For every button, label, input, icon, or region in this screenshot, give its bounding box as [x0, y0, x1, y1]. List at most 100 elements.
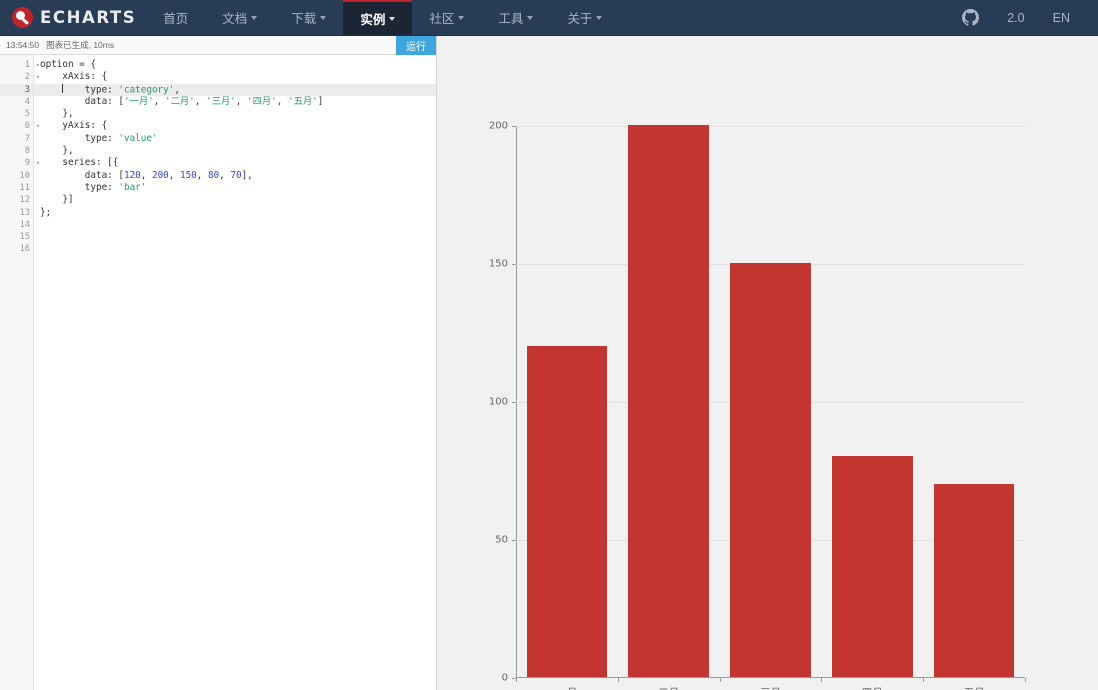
chevron-down-icon — [596, 15, 603, 20]
gutter-line: 2 ▾ — [24, 72, 40, 83]
gutter-line: 16 — [19, 244, 30, 255]
nav-right-group: 2.0 EN — [948, 0, 1098, 35]
code-line[interactable]: }, — [40, 145, 436, 157]
language-label: EN — [1052, 10, 1070, 25]
run-button[interactable]: 运行 — [396, 36, 436, 55]
nav-item-tools[interactable]: 工具 — [481, 0, 550, 35]
gutter-line: 10 — [19, 170, 30, 181]
text-cursor — [62, 83, 64, 94]
code-line[interactable]: }] — [40, 194, 436, 206]
x-tick-mark — [1025, 678, 1026, 682]
code-line[interactable]: }, — [40, 108, 436, 120]
x-axis-tick-label: 二月 — [658, 685, 679, 690]
gutter-line: 6 ▾ — [24, 121, 40, 132]
gutter-line: 4 — [24, 96, 30, 107]
gutter-line: 3 — [0, 83, 33, 96]
status-timestamp: 13:54:50 — [6, 40, 40, 50]
code-line[interactable]: type: 'category', — [34, 83, 436, 96]
y-tick-mark — [512, 540, 516, 541]
x-axis-tick-label: 五月 — [964, 685, 985, 690]
nav-item-home[interactable]: 首页 — [146, 0, 205, 35]
version-label: 2.0 — [1007, 10, 1025, 25]
chevron-down-icon — [251, 15, 258, 20]
nav-item-label: 下载 — [291, 12, 317, 26]
bar-一月[interactable] — [526, 345, 608, 677]
main-content: 13:54:50 图表已生成, 10ms 运行 1 ▾ 2 ▾ 3 4 5 6 ▾ 7 8 9 ▾ 10 11… — [0, 36, 1098, 690]
code-line[interactable]: type: 'value' — [40, 133, 436, 145]
echarts-canvas[interactable]: 0 50 100 150 200 一月 二月 三月 四月 五月 — [437, 36, 1098, 690]
nav-item-docs[interactable]: 文档 — [205, 0, 274, 35]
chart-pane: 0 50 100 150 200 一月 二月 三月 四月 五月 — [437, 36, 1098, 690]
editor-gutter: 1 ▾ 2 ▾ 3 4 5 6 ▾ 7 8 9 ▾ 10 11 12 13 14 15 16 — [0, 55, 40, 690]
nav-item-examples[interactable]: 实例 — [343, 0, 413, 35]
x-tick-mark — [821, 678, 823, 682]
y-tick-mark — [512, 402, 516, 403]
x-tick-mark — [719, 678, 721, 682]
gutter-line: 7 — [24, 133, 30, 144]
code-line[interactable]: series: [{ — [40, 157, 436, 169]
chevron-down-icon — [320, 15, 327, 20]
github-link[interactable] — [948, 9, 993, 26]
version-link[interactable]: 2.0 — [993, 11, 1038, 25]
code-line[interactable]: option = { — [40, 59, 436, 71]
editor-toolbar: 13:54:50 图表已生成, 10ms 运行 — [0, 36, 436, 55]
gutter-line: 12 — [19, 195, 30, 206]
gutter-line: 11 — [19, 182, 30, 193]
code-line[interactable]: data: ['一月', '二月', '三月', '四月', '五月'] — [40, 96, 436, 108]
code-line[interactable]: xAxis: { — [40, 71, 436, 83]
x-tick-mark — [923, 678, 925, 682]
code-line[interactable] — [40, 219, 436, 231]
code-line[interactable] — [40, 231, 436, 243]
bar-三月[interactable] — [730, 263, 811, 677]
editor-pane: 13:54:50 图表已生成, 10ms 运行 1 ▾ 2 ▾ 3 4 5 6 ▾ 7 8 9 ▾ 10 11… — [0, 36, 437, 690]
github-icon — [962, 9, 980, 26]
echarts-logo-icon — [12, 7, 33, 28]
y-axis-tick-label: 100 — [488, 396, 508, 408]
nav-item-community[interactable]: 社区 — [412, 0, 481, 35]
code-line[interactable] — [40, 243, 436, 255]
bar-二月[interactable] — [628, 125, 709, 677]
x-axis-tick-label: 四月 — [862, 685, 883, 690]
y-tick-mark — [512, 126, 516, 127]
nav-item-label: 首页 — [163, 12, 189, 26]
gutter-line: 15 — [19, 232, 30, 243]
code-line[interactable]: yAxis: { — [40, 120, 436, 132]
nav-item-about[interactable]: 关于 — [550, 0, 619, 35]
bar-四月[interactable] — [832, 456, 913, 677]
x-tick-mark — [617, 678, 619, 682]
gutter-line: 13 — [19, 207, 30, 218]
status-message: 图表已生成, 10ms — [46, 40, 115, 50]
nav-item-label: 社区 — [429, 12, 455, 26]
code-line[interactable]: data: [120, 200, 150, 80, 70], — [40, 170, 436, 182]
code-editor[interactable]: 1 ▾ 2 ▾ 3 4 5 6 ▾ 7 8 9 ▾ 10 11 12 13 14 15 16 option = { x… — [0, 55, 436, 690]
y-axis-tick-label: 150 — [488, 258, 508, 270]
gutter-line: 1 ▾ — [24, 60, 40, 70]
nav-item-download[interactable]: 下载 — [274, 0, 343, 35]
y-axis-tick-label: 50 — [495, 534, 508, 546]
navbar: ECHARTS 首页 文档 下载 实例 社区 工具 关于 2.0 EN — [0, 0, 1098, 36]
gutter-line: 5 — [24, 109, 30, 120]
x-axis-tick-label: 一月 — [556, 685, 577, 690]
gutter-line: 9 ▾ — [24, 158, 40, 169]
x-tick-mark — [516, 678, 517, 682]
code-line[interactable]: type: 'bar' — [40, 182, 436, 194]
chart-plot-area: 0 50 100 150 200 一月 二月 三月 四月 五月 — [489, 121, 1026, 690]
nav-item-label: 实例 — [360, 13, 386, 27]
brand-logo[interactable]: ECHARTS — [0, 0, 146, 35]
nav-items: 首页 文档 下载 实例 社区 工具 关于 — [146, 0, 619, 35]
y-axis-tick-label: 200 — [488, 120, 508, 132]
gridline — [516, 126, 1025, 127]
chevron-down-icon — [527, 15, 534, 20]
language-link[interactable]: EN — [1039, 11, 1084, 25]
x-axis-line — [516, 677, 1025, 678]
x-axis-tick-label: 三月 — [760, 685, 781, 690]
brand-name: ECHARTS — [40, 8, 137, 27]
chevron-down-icon — [458, 15, 465, 20]
y-axis-tick-label: 0 — [501, 672, 508, 684]
chevron-down-icon — [389, 16, 396, 21]
editor-code[interactable]: option = { xAxis: { type: 'category', da… — [34, 55, 436, 690]
gutter-line: 8 — [24, 146, 30, 157]
editor-status: 13:54:50 图表已生成, 10ms — [0, 39, 114, 51]
code-line[interactable]: }; — [40, 207, 436, 219]
bar-五月[interactable] — [933, 483, 1015, 677]
